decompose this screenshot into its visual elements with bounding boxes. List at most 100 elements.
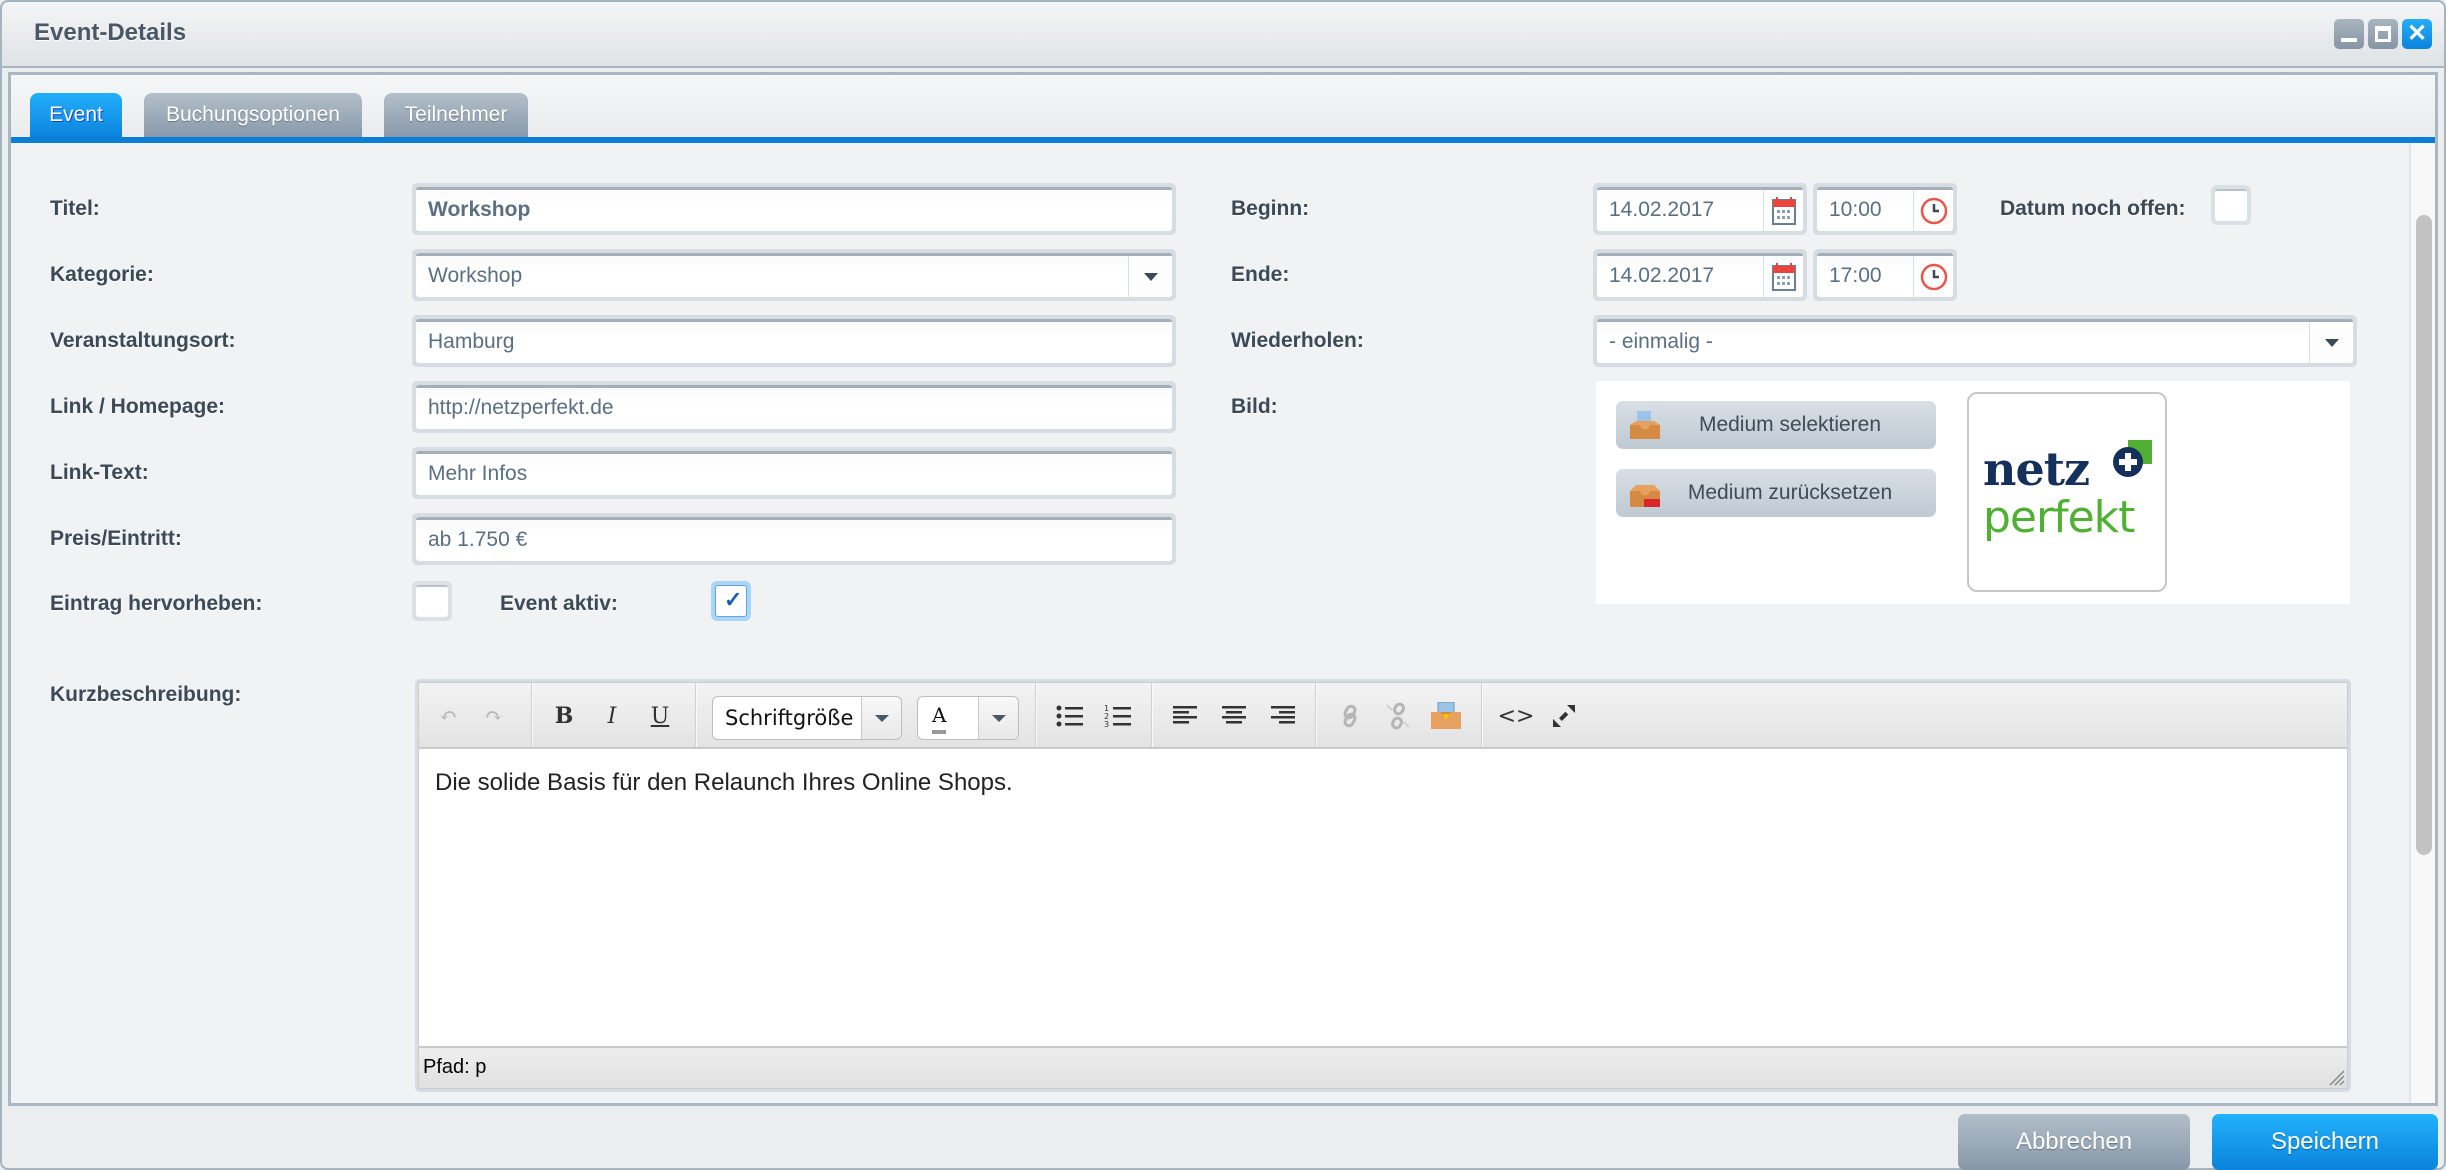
undo-icon: ↶ xyxy=(438,703,458,729)
clock-icon[interactable] xyxy=(1913,256,1953,297)
bild-label: Bild: xyxy=(1231,395,1278,418)
align-left-button[interactable] xyxy=(1169,699,1203,733)
editor-content[interactable]: Die solide Basis für den Relaunch Ihres … xyxy=(419,751,2347,1046)
minimize-button[interactable] xyxy=(2334,19,2364,49)
align-right-icon xyxy=(1271,706,1295,724)
align-center-icon xyxy=(1222,706,1246,724)
text-color-select[interactable]: A xyxy=(917,696,1019,740)
editor-path: Pfad: p xyxy=(423,1056,487,1078)
font-size-select[interactable]: Schriftgröße xyxy=(712,696,902,740)
link-text-value: Mehr Infos xyxy=(416,451,1172,495)
bold-button[interactable]: B xyxy=(547,699,581,733)
medium-reset-button[interactable]: Medium zurücksetzen xyxy=(1616,469,1936,517)
titel-label: Titel: xyxy=(50,197,100,220)
image-preview[interactable]: netz perfekt xyxy=(1967,392,2167,592)
beginn-date-input[interactable]: 14.02.2017 xyxy=(1593,183,1807,235)
ende-label: Ende: xyxy=(1231,263,1290,286)
beginn-date-value: 14.02.2017 xyxy=(1609,198,1715,221)
link-button[interactable] xyxy=(1333,699,1367,733)
undo-button[interactable]: ↶ xyxy=(431,699,465,733)
veranstaltungsort-label: Veranstaltungsort: xyxy=(50,329,236,352)
align-left-icon xyxy=(1173,706,1197,724)
datum-offen-label: Datum noch offen: xyxy=(2000,197,2186,220)
bullet-list-icon xyxy=(1056,705,1083,727)
datum-offen-checkbox[interactable] xyxy=(2211,185,2251,225)
chevron-down-icon[interactable] xyxy=(2309,322,2353,363)
rich-text-editor: ↶ ↷ B I U Schriftgröße A 1 2 3 <> Die so… xyxy=(415,679,2351,1092)
preis-input[interactable]: ab 1.750 € xyxy=(412,513,1176,565)
ende-date-input[interactable]: 14.02.2017 xyxy=(1593,249,1807,301)
logo-text-netz: netz xyxy=(1983,442,2090,496)
kategorie-select[interactable]: Workshop xyxy=(412,249,1176,301)
calendar-icon[interactable] xyxy=(1763,190,1803,231)
text-color-icon: A xyxy=(932,700,947,734)
window-controls: ✕ xyxy=(2334,19,2432,49)
ende-date-value: 14.02.2017 xyxy=(1609,264,1715,287)
veranstaltungsort-input[interactable]: Hamburg xyxy=(412,315,1176,367)
kategorie-label: Kategorie: xyxy=(50,263,154,286)
hervorheben-checkbox[interactable] xyxy=(412,581,452,621)
minimize-icon xyxy=(2341,38,2357,42)
wiederholen-select[interactable]: - einmalig - xyxy=(1593,315,2357,367)
close-button[interactable]: ✕ xyxy=(2402,19,2432,49)
numbered-list-button[interactable]: 123 xyxy=(1101,699,1135,733)
aktiv-checkbox[interactable]: ✓ xyxy=(711,581,751,621)
veranstaltungsort-value: Hamburg xyxy=(416,319,1172,363)
underline-button[interactable]: U xyxy=(643,699,677,733)
link-text-label: Link-Text: xyxy=(50,461,149,484)
preis-label: Preis/Eintritt: xyxy=(50,527,182,550)
event-details-dialog: Event-Details ✕ Event Buchungsoptionen T… xyxy=(0,0,2446,1170)
tab-teilnehmer[interactable]: Teilnehmer xyxy=(384,93,528,137)
redo-icon: ↷ xyxy=(484,703,504,729)
ende-time-input[interactable]: 17:00 xyxy=(1813,249,1957,301)
beginn-label: Beginn: xyxy=(1231,197,1310,220)
medium-select-label: Medium selektieren xyxy=(1698,413,1882,436)
resize-handle-icon[interactable] xyxy=(2327,1068,2345,1086)
source-code-button[interactable]: <> xyxy=(1497,699,1535,733)
kurzbeschreibung-label: Kurzbeschreibung: xyxy=(50,683,242,706)
chevron-down-icon[interactable] xyxy=(1128,256,1172,297)
link-text-input[interactable]: Mehr Infos xyxy=(412,447,1176,499)
source-code-icon: <> xyxy=(1497,703,1535,729)
editor-path-bar: Pfad: p xyxy=(419,1046,2347,1088)
scrollbar-thumb[interactable] xyxy=(2416,215,2432,855)
titel-input[interactable]: Workshop xyxy=(412,183,1176,235)
cancel-button[interactable]: Abbrechen xyxy=(1958,1114,2190,1170)
toolbar-divider xyxy=(1151,683,1153,747)
vertical-scrollbar[interactable] xyxy=(2409,143,2435,1103)
calendar-icon[interactable] xyxy=(1763,256,1803,297)
bullet-list-button[interactable] xyxy=(1053,699,1087,733)
hervorheben-label: Eintrag hervorheben: xyxy=(50,592,263,615)
unlink-button[interactable] xyxy=(1381,699,1415,733)
toolbar-divider xyxy=(1315,683,1317,747)
maximize-icon xyxy=(2375,26,2391,42)
beginn-time-input[interactable]: 10:00 xyxy=(1813,183,1957,235)
toolbar-divider xyxy=(1481,683,1483,747)
maximize-button[interactable] xyxy=(2368,19,2398,49)
insert-media-button[interactable] xyxy=(1429,699,1463,733)
fullscreen-icon xyxy=(1553,705,1575,727)
titel-value: Workshop xyxy=(416,187,1172,231)
tab-buchungsoptionen[interactable]: Buchungsoptionen xyxy=(144,93,362,137)
tab-event[interactable]: Event xyxy=(30,93,122,137)
logo-text-perfekt: perfekt xyxy=(1983,492,2135,543)
tab-strip: Event Buchungsoptionen Teilnehmer xyxy=(11,75,2435,143)
medium-select-button[interactable]: Medium selektieren xyxy=(1616,401,1936,449)
align-right-button[interactable] xyxy=(1265,699,1299,733)
chevron-down-icon[interactable] xyxy=(861,697,901,739)
medium-reset-label: Medium zurücksetzen xyxy=(1687,481,1893,504)
clock-icon[interactable] xyxy=(1913,190,1953,231)
chevron-down-icon[interactable] xyxy=(978,697,1018,739)
save-button[interactable]: Speichern xyxy=(2212,1114,2438,1170)
editor-toolbar: ↶ ↷ B I U Schriftgröße A 1 2 3 <> xyxy=(419,683,2347,749)
fullscreen-button[interactable] xyxy=(1547,699,1581,733)
tab-underline xyxy=(11,137,2435,143)
wiederholen-value: - einmalig - xyxy=(1609,330,1713,353)
link-input[interactable]: http://netzperfekt.de xyxy=(412,381,1176,433)
title-bar[interactable]: Event-Details ✕ xyxy=(2,2,2444,68)
redo-button[interactable]: ↷ xyxy=(477,699,511,733)
italic-button[interactable]: I xyxy=(595,699,629,733)
toolbar-divider xyxy=(1035,683,1037,747)
svg-text:3: 3 xyxy=(1104,720,1109,728)
align-center-button[interactable] xyxy=(1217,699,1251,733)
